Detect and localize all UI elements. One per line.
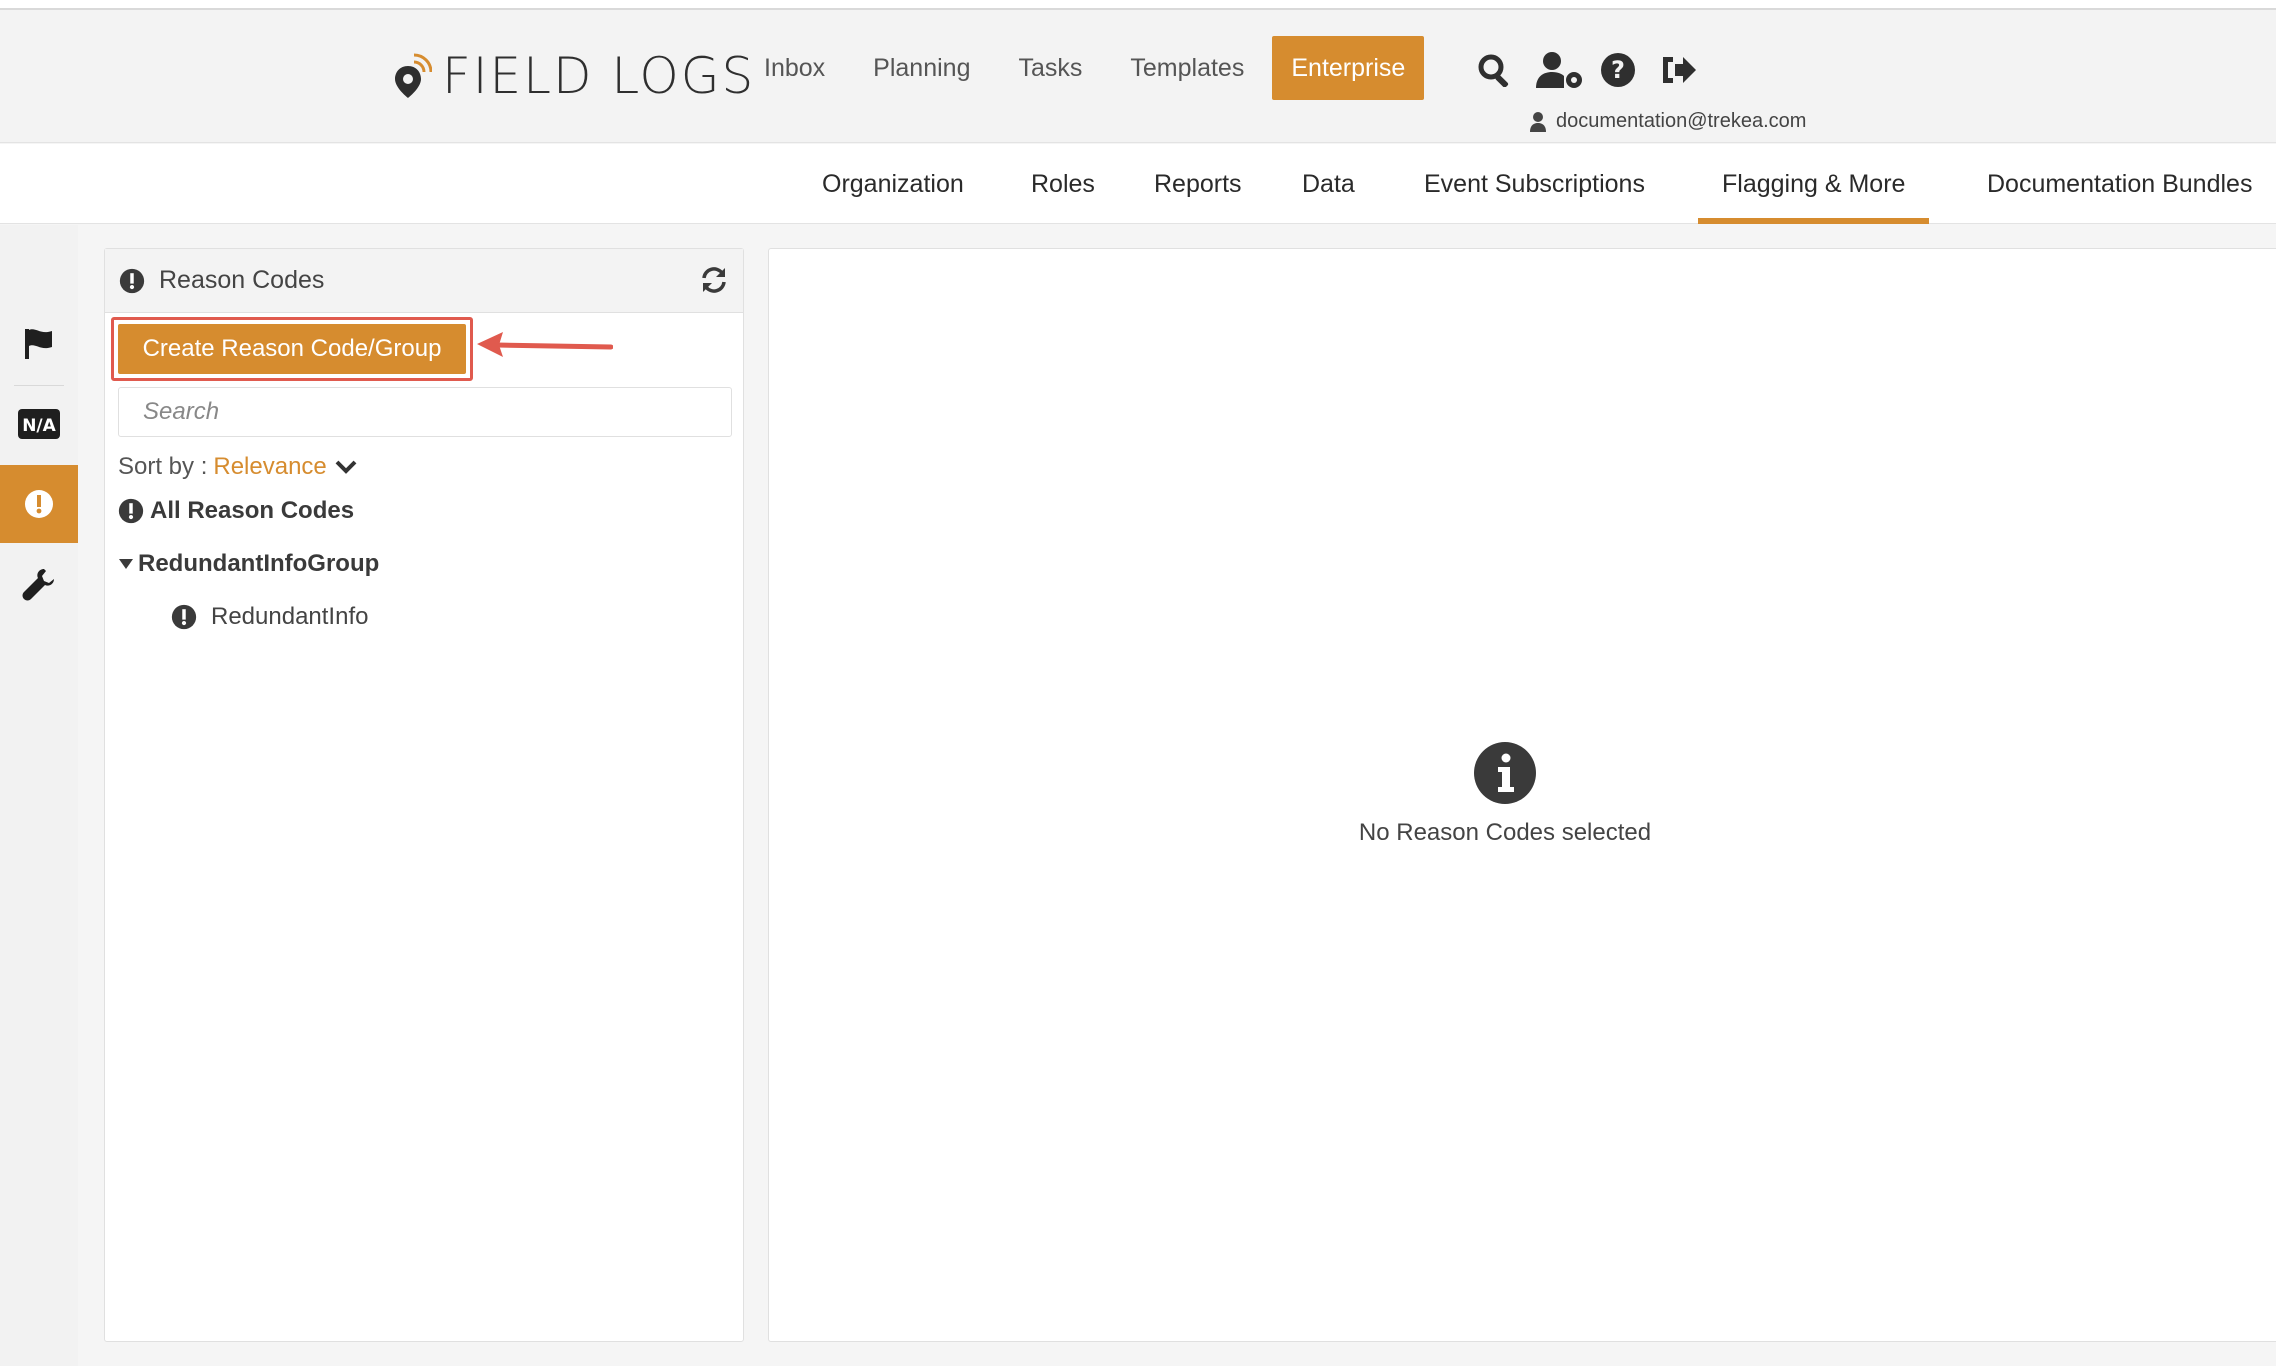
nav-templates[interactable]: Templates: [1130, 54, 1244, 83]
tree-group-label: RedundantInfoGroup: [138, 550, 380, 577]
nav-tasks[interactable]: Tasks: [1018, 54, 1082, 83]
chevron-down-icon[interactable]: [335, 459, 357, 475]
panel-title: Reason Codes: [159, 266, 325, 294]
reason-codes-panel: Reason Codes Create Reason Code/Group So…: [104, 248, 744, 1342]
panel-header: Reason Codes: [105, 249, 743, 313]
brand-logo[interactable]: FIELD LOGS: [392, 46, 755, 106]
tab-roles[interactable]: Roles: [1031, 144, 1095, 224]
tree-label: All Reason Codes: [150, 497, 355, 524]
flag-icon: [25, 329, 52, 359]
empty-state: No Reason Codes selected: [769, 741, 2241, 847]
nav-planning[interactable]: Planning: [873, 54, 970, 83]
nav-inbox[interactable]: Inbox: [764, 54, 825, 83]
na-icon: N/A: [18, 409, 60, 439]
brand-name: FIELD LOGS: [442, 47, 756, 105]
user-email: documentation@trekea.com: [1556, 110, 1807, 132]
rail-na[interactable]: N/A: [0, 385, 78, 463]
info-icon: [1474, 742, 1536, 804]
rail-reason-codes[interactable]: [0, 465, 78, 543]
app-header: FIELD LOGS Inbox Planning Tasks Template…: [0, 10, 2276, 143]
refresh-icon[interactable]: [699, 265, 729, 300]
tree-group[interactable]: RedundantInfoGroup: [118, 550, 379, 578]
tab-data[interactable]: Data: [1302, 144, 1355, 224]
main-nav: Inbox Planning Tasks Templates Enterpris…: [764, 36, 1425, 100]
user-icon: [1530, 111, 1546, 132]
wrench-icon: [22, 569, 54, 601]
sort-label: Sort by :: [118, 453, 208, 480]
create-reason-code-button[interactable]: Create Reason Code/Group: [118, 324, 466, 374]
rail-tools[interactable]: [0, 545, 78, 623]
svg-text:N/A: N/A: [22, 416, 56, 436]
sort-value[interactable]: Relevance: [213, 453, 326, 481]
tab-reports[interactable]: Reports: [1154, 144, 1242, 224]
callout-arrow: [477, 332, 613, 357]
nav-enterprise-button[interactable]: Enterprise: [1272, 36, 1425, 100]
location-pin-icon: [395, 53, 432, 98]
search-input[interactable]: [118, 387, 732, 437]
logout-icon[interactable]: [1656, 50, 1700, 90]
top-border: [0, 0, 2276, 10]
exclamation-icon: [171, 604, 197, 630]
tab-flagging-more[interactable]: Flagging & More: [1697, 144, 1930, 224]
search-icon[interactable]: [1474, 50, 1514, 90]
help-icon[interactable]: ?: [1598, 50, 1638, 90]
tab-documentation-bundles[interactable]: Documentation Bundles: [1987, 144, 2252, 224]
exclamation-icon: [118, 498, 144, 524]
caret-down-icon[interactable]: [118, 557, 134, 571]
svg-text:?: ?: [1611, 56, 1625, 84]
sub-nav: Organization Roles Reports Data Event Su…: [0, 144, 2276, 224]
tab-event-subscriptions[interactable]: Event Subscriptions: [1424, 144, 1645, 224]
rail-flags[interactable]: [0, 305, 78, 383]
tree-all-reason-codes[interactable]: All Reason Codes: [118, 497, 354, 525]
header-icons: ?: [1474, 50, 1700, 90]
left-rail: N/A: [0, 225, 78, 1366]
highlight-box: Create Reason Code/Group: [111, 317, 473, 381]
tab-organization[interactable]: Organization: [822, 144, 964, 224]
empty-message: No Reason Codes selected: [1358, 819, 1652, 846]
detail-pane: No Reason Codes selected: [768, 248, 2276, 1342]
tree-item[interactable]: RedundantInfo: [171, 603, 368, 631]
tree-item-label: RedundantInfo: [211, 603, 369, 630]
exclamation-icon: [119, 268, 145, 293]
exclamation-icon: [25, 490, 53, 518]
user-settings-icon[interactable]: [1532, 50, 1588, 90]
sort-by: Sort by : Relevance: [118, 453, 357, 481]
user-info: documentation@trekea.com: [1530, 110, 1806, 133]
